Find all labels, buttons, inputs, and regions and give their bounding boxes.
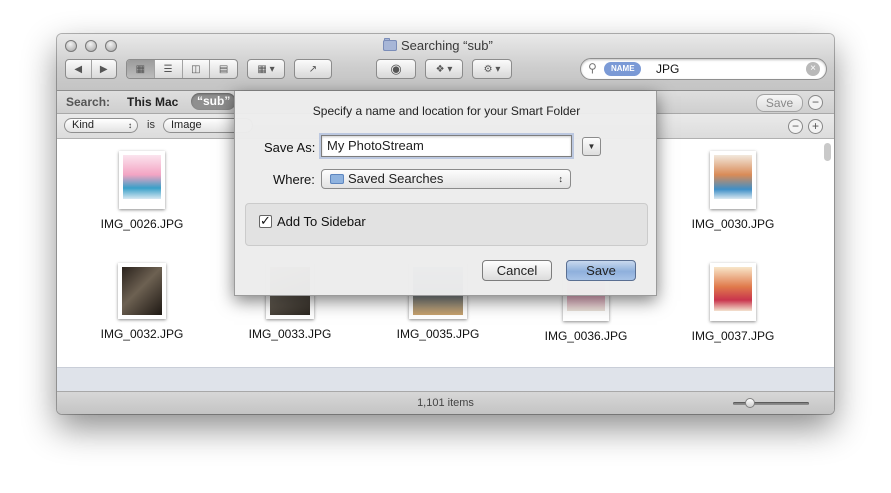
path-bar-area xyxy=(57,367,834,391)
search-token-name[interactable]: NAME xyxy=(604,62,641,76)
status-bar: 1,101 items xyxy=(57,391,834,414)
save-as-label: Save As: xyxy=(264,140,316,155)
search-field[interactable]: ⚲ NAME JPG × xyxy=(580,58,827,80)
criteria-attribute-popup[interactable]: Kind ↕ xyxy=(64,118,138,133)
item-count: 1,101 items xyxy=(417,397,474,409)
window-title-text: Searching “sub” xyxy=(401,38,493,53)
cover-flow-view-icon[interactable]: ▤ xyxy=(210,60,237,78)
image-thumbnail xyxy=(118,263,166,319)
remove-scope-icon[interactable]: − xyxy=(808,95,823,110)
back-arrow-icon[interactable]: ◀ xyxy=(66,60,92,78)
eye-icon: ◉ xyxy=(390,61,402,76)
save-button[interactable]: Save xyxy=(566,260,636,281)
criteria-attribute-value: Kind xyxy=(72,119,95,131)
dropbox-menu-button[interactable]: ❖ ▾ xyxy=(425,59,463,79)
file-item[interactable]: IMG_0030.JPG xyxy=(663,151,803,231)
file-name: IMG_0032.JPG xyxy=(100,327,184,341)
search-input-text[interactable]: JPG xyxy=(656,62,679,76)
icon-view-icon[interactable]: ▦ xyxy=(127,60,155,78)
updown-arrows-icon: ↕ xyxy=(128,121,132,130)
search-icon: ⚲ xyxy=(588,61,597,75)
options-box: ✓ Add To Sidebar xyxy=(245,203,648,246)
save-smart-folder-sheet: Specify a name and location for your Sma… xyxy=(234,91,657,296)
scope-this-mac[interactable]: This Mac xyxy=(127,95,178,109)
image-thumbnail xyxy=(119,151,165,209)
updown-arrows-icon: ↕ xyxy=(558,174,564,184)
file-name: IMG_0026.JPG xyxy=(100,217,184,231)
arrange-icon: ▦ ▾ xyxy=(257,63,275,75)
list-view-icon[interactable]: ☰ xyxy=(155,60,183,78)
file-name: IMG_0036.JPG xyxy=(544,329,628,343)
close-window-button[interactable] xyxy=(65,40,77,52)
vertical-scrollbar[interactable] xyxy=(824,143,831,161)
file-item[interactable]: IMG_0032.JPG xyxy=(72,263,212,341)
save-as-field[interactable]: My PhotoStream xyxy=(321,135,572,157)
titlebar: Searching “sub” ◀ ▶ ▦ ☰ ◫ ▤ ▦ ▾ ↗ ◉ ❖ ▾ … xyxy=(57,34,834,91)
icon-size-slider[interactable] xyxy=(733,398,809,408)
file-name: IMG_0035.JPG xyxy=(396,327,480,341)
add-to-sidebar-label: Add To Sidebar xyxy=(277,214,366,229)
image-thumbnail xyxy=(710,151,756,209)
back-forward-control: ◀ ▶ xyxy=(65,59,117,79)
save-search-button[interactable]: Save xyxy=(756,94,803,112)
sheet-heading: Specify a name and location for your Sma… xyxy=(312,104,581,118)
slider-knob[interactable] xyxy=(745,398,755,408)
clear-search-icon[interactable]: × xyxy=(806,62,820,76)
file-name: IMG_0030.JPG xyxy=(691,217,775,231)
smart-folder-icon xyxy=(383,38,397,51)
remove-criteria-icon[interactable]: − xyxy=(788,119,803,134)
criteria-value-text: Image xyxy=(171,119,202,131)
forward-arrow-icon[interactable]: ▶ xyxy=(92,60,117,78)
expand-disclosure-button[interactable]: ▼ xyxy=(582,137,601,156)
search-scope-label: Search: xyxy=(66,95,111,109)
file-name: IMG_0033.JPG xyxy=(248,327,332,341)
quick-look-button[interactable]: ◉ xyxy=(376,59,416,79)
where-popup[interactable]: Saved Searches ↕ xyxy=(321,169,571,189)
window-title: Searching “sub” xyxy=(383,38,493,53)
file-name: IMG_0037.JPG xyxy=(691,329,775,343)
share-icon: ↗ xyxy=(308,63,318,75)
minimize-window-button[interactable] xyxy=(85,40,97,52)
folder-icon xyxy=(330,174,344,184)
where-value: Saved Searches xyxy=(348,171,444,186)
view-mode-control: ▦ ☰ ◫ ▤ xyxy=(126,59,238,79)
cancel-button[interactable]: Cancel xyxy=(482,260,552,281)
dropbox-icon: ❖ ▾ xyxy=(435,63,453,75)
add-to-sidebar-checkbox[interactable]: ✓ xyxy=(259,213,272,228)
gear-icon: ⚙ ▾ xyxy=(483,63,501,75)
action-menu-button[interactable]: ⚙ ▾ xyxy=(472,59,512,79)
share-button[interactable]: ↗ xyxy=(294,59,332,79)
arrange-menu-button[interactable]: ▦ ▾ xyxy=(247,59,285,79)
add-criteria-icon[interactable]: + xyxy=(808,119,823,134)
zoom-window-button[interactable] xyxy=(105,40,117,52)
file-item[interactable]: IMG_0037.JPG xyxy=(663,263,803,343)
criteria-operator: is xyxy=(147,119,155,131)
scope-sub-folder[interactable]: “sub” xyxy=(191,93,237,110)
where-label: Where: xyxy=(273,172,315,187)
column-view-icon[interactable]: ◫ xyxy=(183,60,211,78)
checkmark-icon: ✓ xyxy=(260,213,271,228)
image-thumbnail xyxy=(710,263,756,321)
file-item[interactable]: IMG_0026.JPG xyxy=(72,151,212,231)
